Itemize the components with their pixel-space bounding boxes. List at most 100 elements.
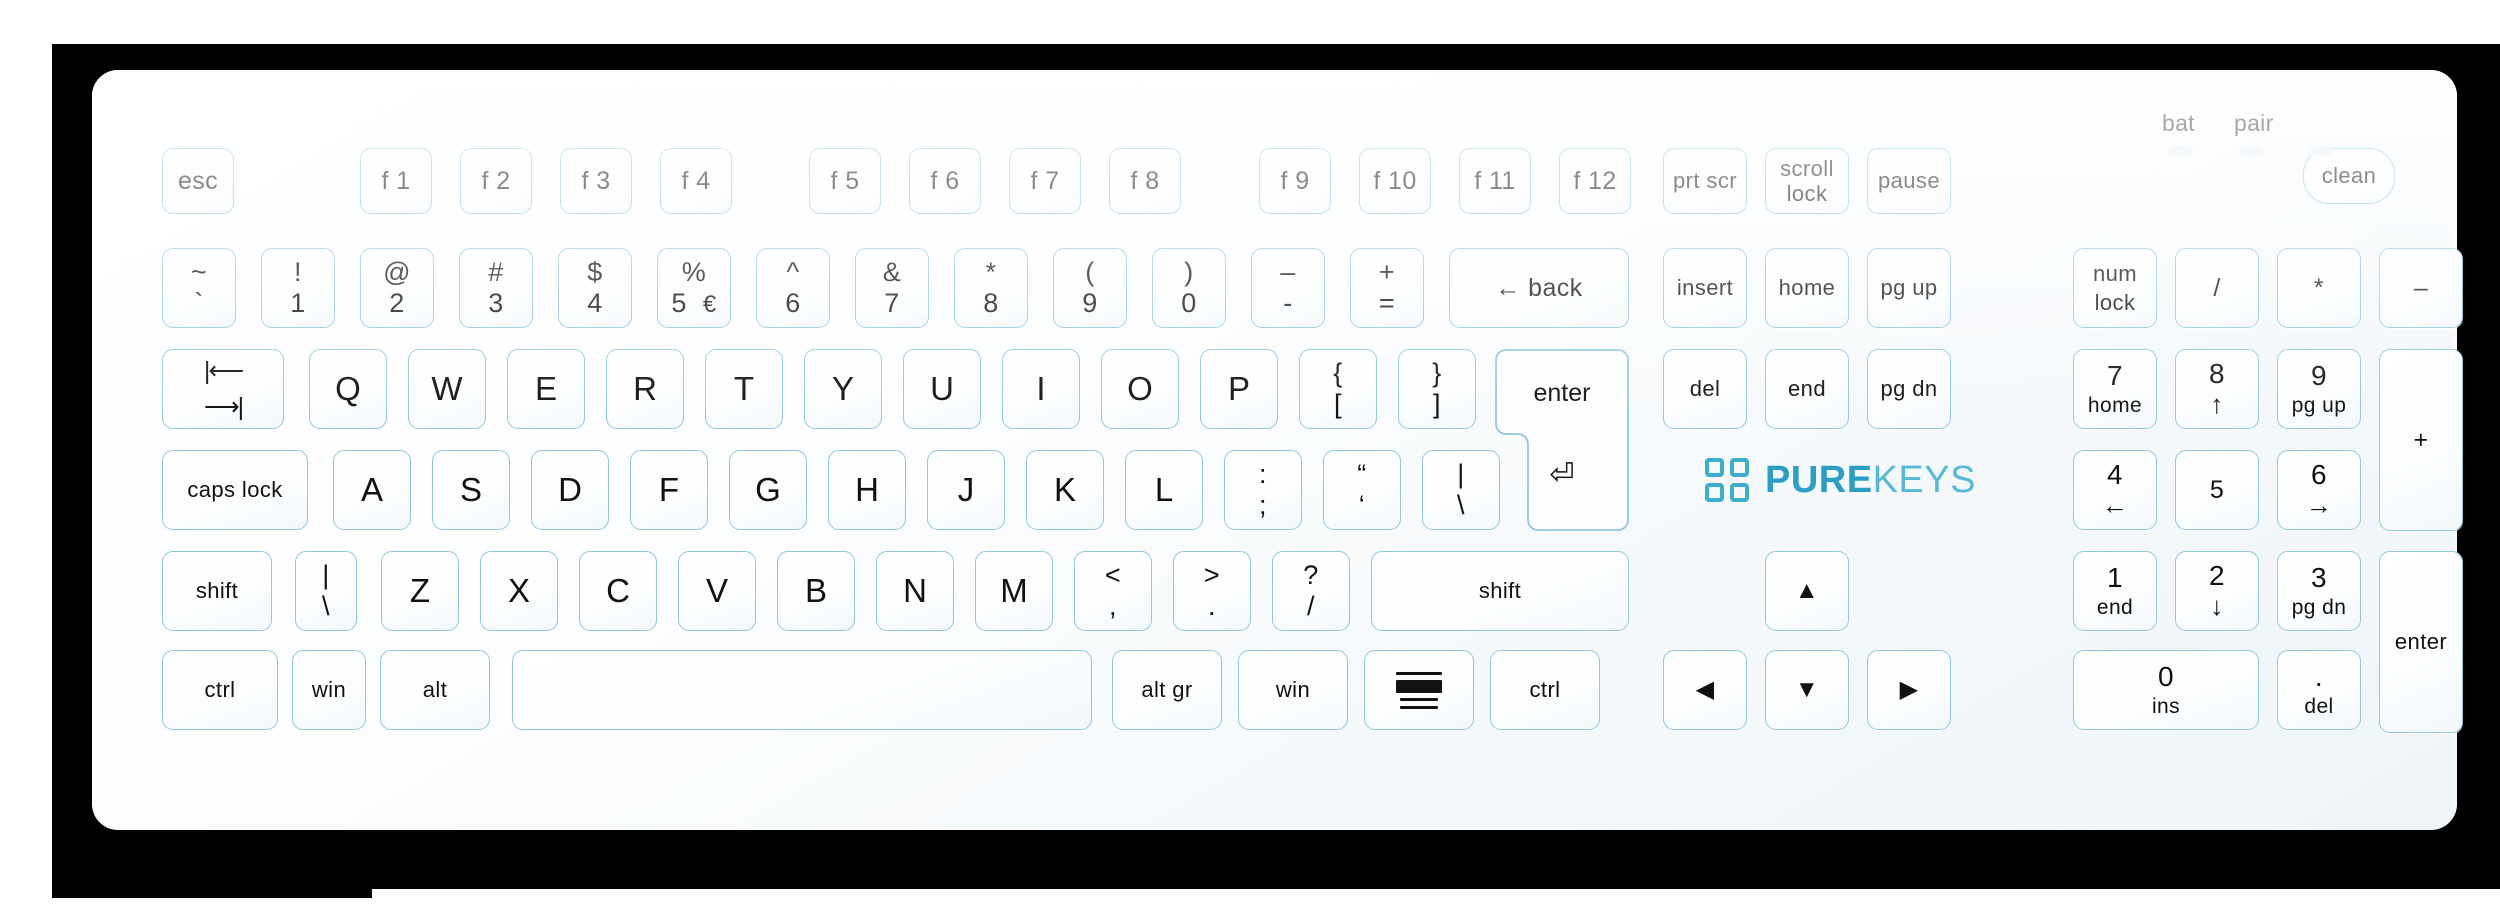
key-digit-3[interactable]: # 3: [459, 248, 533, 328]
key-letter-a[interactable]: A: [333, 450, 411, 530]
key-letter-o[interactable]: O: [1101, 349, 1179, 429]
key-np-enter[interactable]: enter: [2379, 551, 2463, 733]
key-shift-left[interactable]: shift: [162, 551, 272, 631]
key-letter-e[interactable]: E: [507, 349, 585, 429]
key-f4[interactable]: f 4: [660, 148, 732, 214]
key-bracket-left[interactable]: { [: [1299, 349, 1377, 429]
key-esc[interactable]: esc: [162, 148, 234, 214]
key-letter-z[interactable]: Z: [381, 551, 459, 631]
key-backspace[interactable]: ← back: [1449, 248, 1629, 328]
key-np-minus[interactable]: –: [2379, 248, 2463, 328]
key-arrow-left[interactable]: ◀: [1663, 650, 1747, 730]
key-semicolon[interactable]: : ;: [1224, 450, 1302, 530]
key-pause[interactable]: pause: [1867, 148, 1951, 214]
key-digit-9[interactable]: ( 9: [1053, 248, 1127, 328]
key-letter-i[interactable]: I: [1002, 349, 1080, 429]
key-backslash[interactable]: | \: [1422, 450, 1500, 530]
key-letter-b[interactable]: B: [777, 551, 855, 631]
key-letter-s[interactable]: S: [432, 450, 510, 530]
key-arrow-up[interactable]: ▲: [1765, 551, 1849, 631]
key-quote[interactable]: “ ‘: [1323, 450, 1401, 530]
key-letter-p[interactable]: P: [1200, 349, 1278, 429]
key-shift-right[interactable]: shift: [1371, 551, 1629, 631]
key-slash[interactable]: ? /: [1272, 551, 1350, 631]
key-equals[interactable]: + =: [1350, 248, 1424, 328]
key-pg-up[interactable]: pg up: [1867, 248, 1951, 328]
key-end[interactable]: end: [1765, 349, 1849, 429]
key-np-5[interactable]: 5: [2175, 450, 2259, 530]
key-letter-j[interactable]: J: [927, 450, 1005, 530]
key-f7[interactable]: f 7: [1009, 148, 1081, 214]
key-pg-dn[interactable]: pg dn: [1867, 349, 1951, 429]
key-digit-7[interactable]: & 7: [855, 248, 929, 328]
key-scroll-lock[interactable]: scroll lock: [1765, 148, 1849, 214]
key-np-plus[interactable]: +: [2379, 349, 2463, 531]
key-del[interactable]: del: [1663, 349, 1747, 429]
key-tab[interactable]: |⟵ ⟶|: [162, 349, 284, 429]
key-comma[interactable]: < ,: [1074, 551, 1152, 631]
key-np-1[interactable]: 1 end: [2073, 551, 2157, 631]
key-np-2[interactable]: 2 ↓: [2175, 551, 2259, 631]
key-menu[interactable]: [1364, 650, 1474, 730]
key-letter-f[interactable]: F: [630, 450, 708, 530]
key-ctrl-right[interactable]: ctrl: [1490, 650, 1600, 730]
key-digit-2[interactable]: @ 2: [360, 248, 434, 328]
key-np-decimal[interactable]: . del: [2277, 650, 2361, 730]
key-backtick[interactable]: ~ `: [162, 248, 236, 328]
key-np-8[interactable]: 8 ↑: [2175, 349, 2259, 429]
key-np-7[interactable]: 7 home: [2073, 349, 2157, 429]
key-np-divide[interactable]: /: [2175, 248, 2259, 328]
key-digit-8[interactable]: * 8: [954, 248, 1028, 328]
key-arrow-right[interactable]: ▶: [1867, 650, 1951, 730]
key-prt-scr[interactable]: prt scr: [1663, 148, 1747, 214]
key-np-9[interactable]: 9 pg up: [2277, 349, 2361, 429]
key-f5[interactable]: f 5: [809, 148, 881, 214]
key-digit-6[interactable]: ^ 6: [756, 248, 830, 328]
key-letter-k[interactable]: K: [1026, 450, 1104, 530]
key-letter-m[interactable]: M: [975, 551, 1053, 631]
key-caps-lock[interactable]: caps lock: [162, 450, 308, 530]
key-letter-n[interactable]: N: [876, 551, 954, 631]
key-digit-5[interactable]: % 5 €: [657, 248, 731, 328]
key-digit-4[interactable]: $ 4: [558, 248, 632, 328]
key-f10[interactable]: f 10: [1359, 148, 1431, 214]
key-minus[interactable]: – -: [1251, 248, 1325, 328]
key-letter-g[interactable]: G: [729, 450, 807, 530]
key-letter-r[interactable]: R: [606, 349, 684, 429]
key-letter-c[interactable]: C: [579, 551, 657, 631]
key-np-4[interactable]: 4 ←: [2073, 450, 2157, 530]
key-home[interactable]: home: [1765, 248, 1849, 328]
key-letter-u[interactable]: U: [903, 349, 981, 429]
key-digit-0[interactable]: ) 0: [1152, 248, 1226, 328]
key-f8[interactable]: f 8: [1109, 148, 1181, 214]
key-letter-h[interactable]: H: [828, 450, 906, 530]
key-win-right[interactable]: win: [1238, 650, 1348, 730]
key-np-multiply[interactable]: *: [2277, 248, 2361, 328]
key-arrow-down[interactable]: ▼: [1765, 650, 1849, 730]
key-letter-v[interactable]: V: [678, 551, 756, 631]
key-letter-t[interactable]: T: [705, 349, 783, 429]
key-period[interactable]: > .: [1173, 551, 1251, 631]
key-letter-x[interactable]: X: [480, 551, 558, 631]
key-np-6[interactable]: 6 →: [2277, 450, 2361, 530]
key-alt-gr[interactable]: alt gr: [1112, 650, 1222, 730]
key-f12[interactable]: f 12: [1559, 148, 1631, 214]
key-backslash-iso[interactable]: | \: [295, 551, 357, 631]
key-f1[interactable]: f 1: [360, 148, 432, 214]
key-f6[interactable]: f 6: [909, 148, 981, 214]
key-f9[interactable]: f 9: [1259, 148, 1331, 214]
key-letter-q[interactable]: Q: [309, 349, 387, 429]
key-f3[interactable]: f 3: [560, 148, 632, 214]
key-digit-1[interactable]: ! 1: [261, 248, 335, 328]
key-np-3[interactable]: 3 pg dn: [2277, 551, 2361, 631]
key-bracket-right[interactable]: } ]: [1398, 349, 1476, 429]
key-letter-l[interactable]: L: [1125, 450, 1203, 530]
key-letter-d[interactable]: D: [531, 450, 609, 530]
key-win-left[interactable]: win: [292, 650, 366, 730]
key-alt-left[interactable]: alt: [380, 650, 490, 730]
key-letter-y[interactable]: Y: [804, 349, 882, 429]
key-np-0[interactable]: 0 ins: [2073, 650, 2259, 730]
key-space[interactable]: [512, 650, 1092, 730]
key-letter-w[interactable]: W: [408, 349, 486, 429]
key-f11[interactable]: f 11: [1459, 148, 1531, 214]
